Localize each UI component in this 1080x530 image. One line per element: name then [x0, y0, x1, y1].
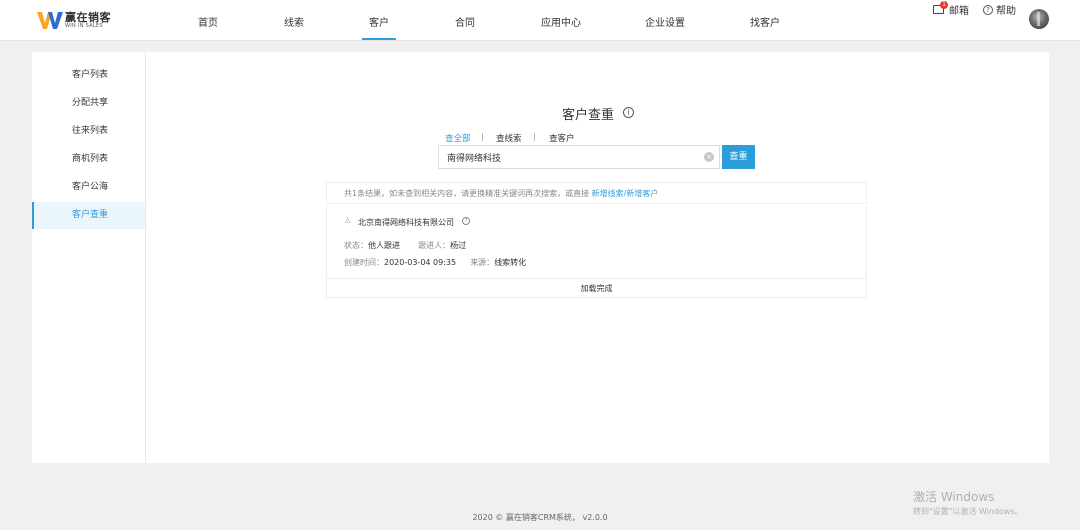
- results-panel: 共1条结果，如未查到相关内容，请更换精准关键词再次搜索，或直接 新增线索/新增客…: [326, 182, 867, 298]
- content-area: 客户查重 i 查全部 查线索 查客户 × 查重 共1条结果，如未查到相关内容，请…: [146, 52, 1049, 463]
- nav-item-home[interactable]: 首页: [198, 14, 218, 29]
- sidebar-item-duplicate-check[interactable]: 客户查重: [32, 202, 145, 229]
- mailbox-label: 邮箱: [949, 6, 969, 17]
- tab-divider: [534, 133, 535, 141]
- nav-item-leads[interactable]: 线索: [284, 14, 304, 29]
- info-icon[interactable]: i: [623, 107, 634, 118]
- search-input[interactable]: [439, 146, 689, 168]
- nav-active-underline: [362, 38, 396, 40]
- nav-item-customers[interactable]: 客户: [369, 14, 389, 29]
- nav-item-enterprise-settings[interactable]: 企业设置: [645, 14, 685, 29]
- source-label: 来源：: [470, 258, 495, 267]
- load-complete-text: 加载完成: [326, 279, 867, 298]
- status-row: 状态：他人跟进 跟进人：杨过: [344, 240, 466, 251]
- watermark-title: 激活 Windows: [913, 490, 995, 504]
- result-note-text: 共1条结果，如未查到相关内容，请更换精准关键词再次搜索，或直接: [344, 189, 590, 198]
- tab-search-leads[interactable]: 查线索: [496, 132, 522, 144]
- tab-search-customers[interactable]: 查客户: [549, 132, 575, 144]
- mail-icon: 1: [933, 1, 948, 14]
- mailbox-button[interactable]: 1 邮箱: [933, 1, 969, 17]
- sidebar-item-customer-pool[interactable]: 客户公海: [32, 174, 145, 201]
- company-name[interactable]: 北京南得网络科技有限公司: [358, 217, 454, 228]
- tab-search-all[interactable]: 查全部: [445, 132, 471, 144]
- search-scope-tabs: 查全部 查线索 查客户: [146, 132, 1049, 144]
- question-circle-icon[interactable]: ?: [462, 217, 470, 225]
- user-avatar[interactable]: [1029, 9, 1049, 29]
- nav-item-find-customers[interactable]: 找客户: [750, 14, 780, 29]
- source-value: 线索转化: [494, 258, 527, 267]
- company-icon: ♙: [344, 216, 352, 225]
- follower-value: 杨过: [450, 241, 467, 250]
- search-box: ×: [438, 145, 720, 169]
- sidebar-item-assign-share[interactable]: 分配共享: [32, 90, 145, 117]
- clear-icon[interactable]: ×: [704, 152, 714, 162]
- sidebar-item-interaction-list[interactable]: 往来列表: [32, 118, 145, 145]
- follower-label: 跟进人：: [418, 241, 451, 250]
- sidebar-item-customer-list[interactable]: 客户列表: [32, 62, 145, 89]
- nav-item-app-center[interactable]: 应用中心: [541, 14, 581, 29]
- created-value: 2020-03-04 09:35: [384, 258, 457, 267]
- created-row: 创建时间：2020-03-04 09:35 来源：线索转化: [344, 257, 526, 268]
- windows-activation-watermark: 激活 Windows 转到"设置"以激活 Windows。: [913, 488, 1023, 517]
- logo-mark-icon: [37, 12, 63, 29]
- duplicate-check-button[interactable]: 查重: [722, 145, 755, 169]
- mail-badge: 1: [940, 1, 948, 9]
- brand-subtitle: WIN IN SALES: [65, 23, 103, 29]
- result-note: 共1条结果，如未查到相关内容，请更换精准关键词再次搜索，或直接 新增线索/新增客…: [326, 182, 867, 204]
- nav-item-contracts[interactable]: 合同: [455, 14, 475, 29]
- help-button[interactable]: ? 帮助: [983, 2, 1016, 17]
- add-lead-customer-link[interactable]: 新增线索/新增客户: [592, 189, 659, 198]
- main-panel: 客户列表 分配共享 往来列表 商机列表 客户公海 客户查重 客户查重 i 查全部…: [32, 52, 1049, 463]
- brand-logo[interactable]: 赢在销客 WIN IN SALES: [37, 12, 111, 29]
- brand-title: 赢在销客: [65, 11, 111, 24]
- result-card: ♙ 北京南得网络科技有限公司 ? 状态：他人跟进 跟进人：杨过 创建时间：202…: [326, 207, 867, 279]
- sidebar-item-opportunity-list[interactable]: 商机列表: [32, 146, 145, 173]
- sidebar: 客户列表 分配共享 往来列表 商机列表 客户公海 客户查重: [32, 52, 146, 463]
- status-label: 状态：: [344, 241, 368, 250]
- watermark-subtitle: 转到"设置"以激活 Windows。: [913, 507, 1023, 516]
- tab-divider: [482, 133, 483, 141]
- created-label: 创建时间：: [344, 258, 384, 267]
- status-value: 他人跟进: [368, 241, 400, 250]
- help-label: 帮助: [996, 6, 1016, 17]
- question-circle-icon: ?: [983, 4, 993, 15]
- page-title: 客户查重: [562, 108, 615, 123]
- top-header: 赢在销客 WIN IN SALES 首页 线索 客户 合同 应用中心 企业设置 …: [0, 0, 1080, 41]
